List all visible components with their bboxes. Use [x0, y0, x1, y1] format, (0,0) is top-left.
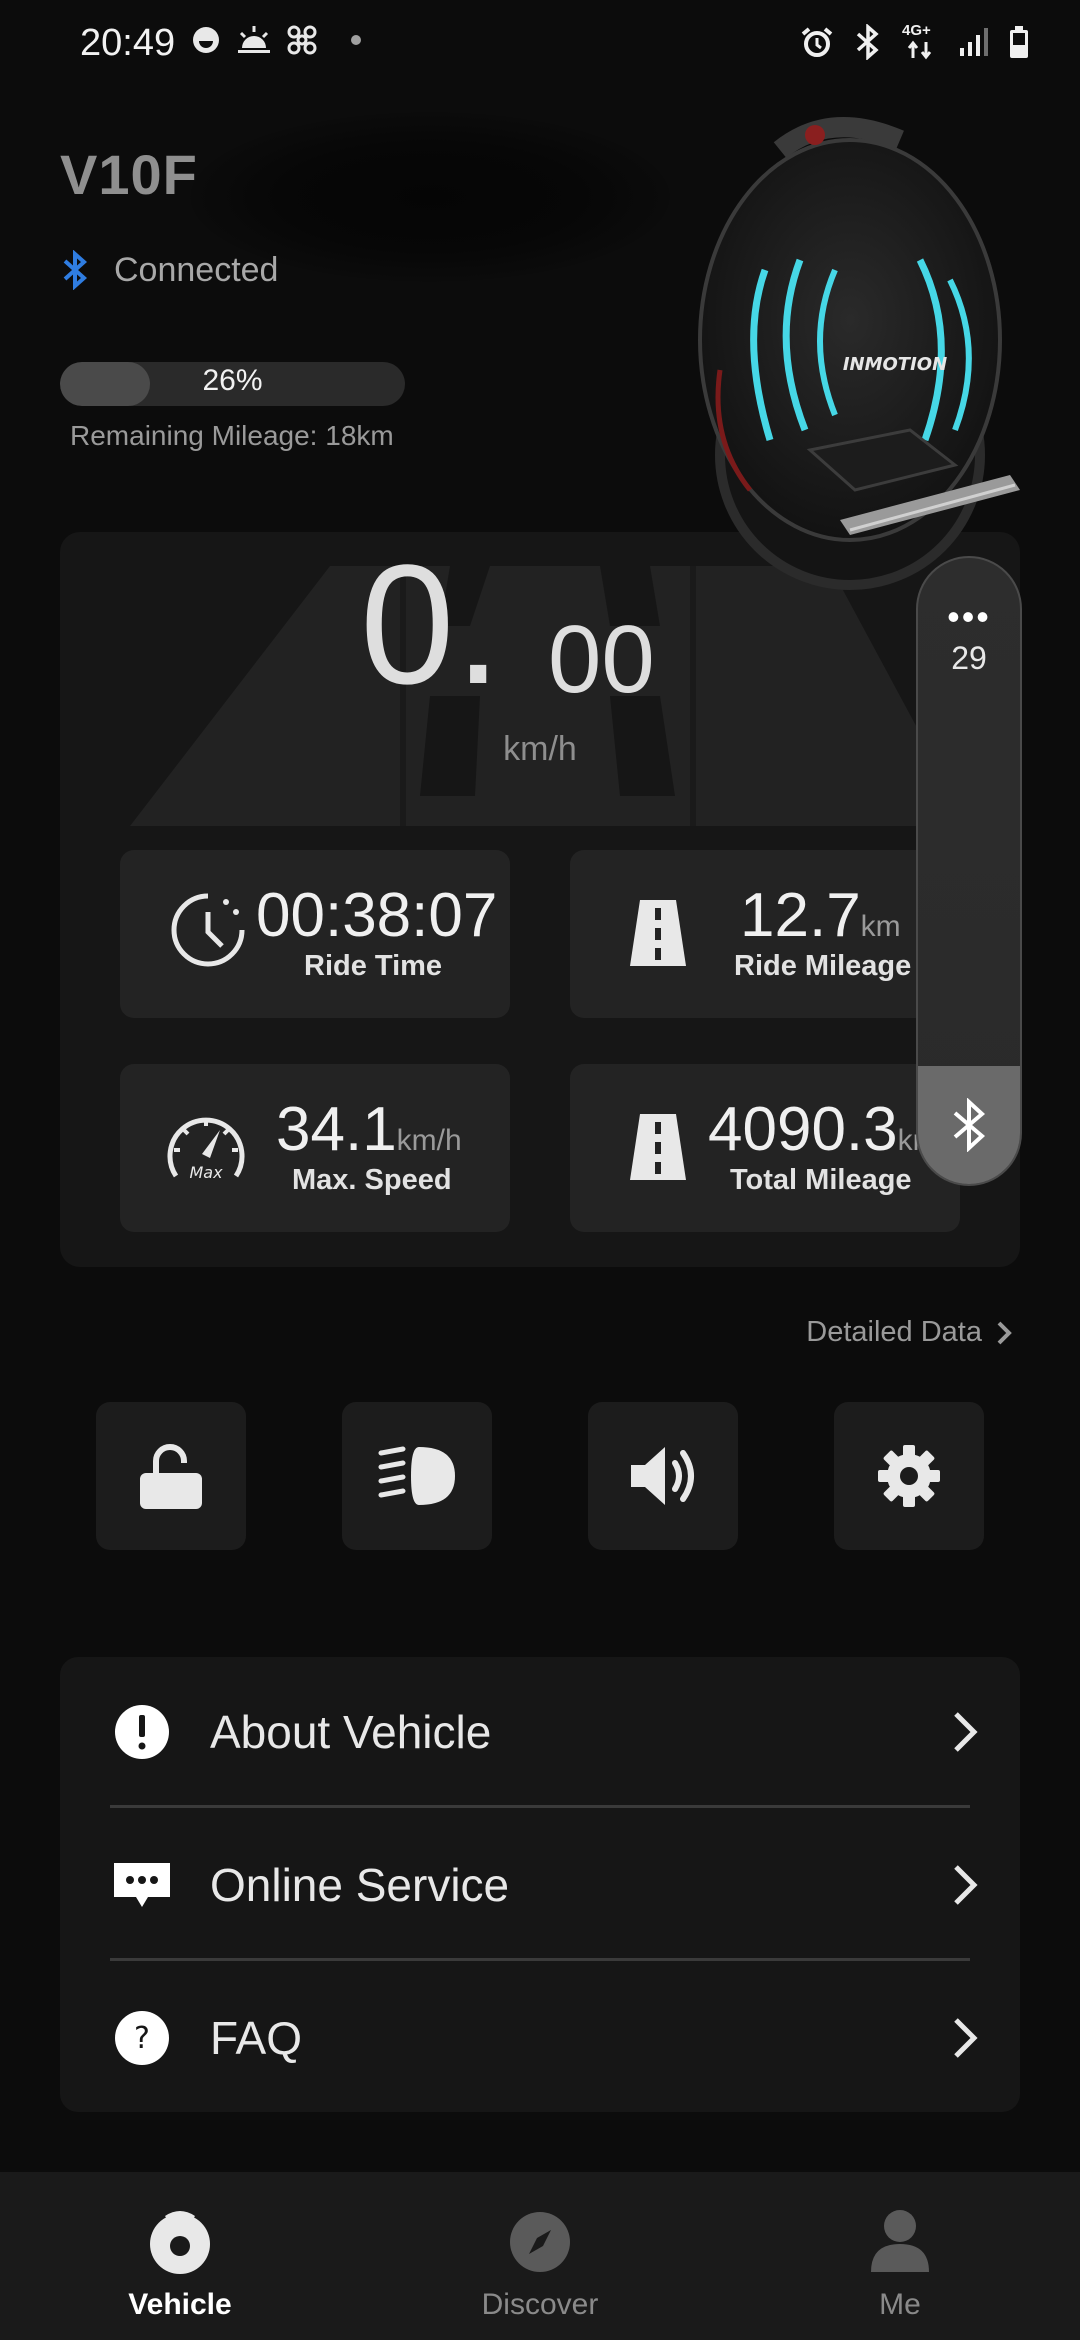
volume-icon [631, 1447, 694, 1505]
face-icon [193, 27, 219, 53]
chevron-right-icon [997, 1321, 1012, 1344]
bluetooth-toggle[interactable] [918, 1066, 1020, 1184]
bluetooth-icon [953, 1098, 986, 1152]
ride-mileage-tile: 12.7km Ride Mileage [570, 850, 960, 1018]
network-type-label: 4G+ [902, 22, 931, 39]
battery-icon [1010, 26, 1028, 58]
menu-divider [110, 1958, 970, 1961]
chat-icon [114, 1863, 170, 1907]
nav-vehicle[interactable]: Vehicle [60, 2172, 300, 2340]
max-speed-label: Max. Speed [292, 1164, 452, 1196]
network-4g-icon: 4G+ [902, 22, 938, 60]
bluetooth-icon [856, 24, 879, 60]
status-right-icons: 4G+ [800, 22, 1030, 60]
ride-time-number: 00:38:07 [256, 881, 498, 950]
brand-logo: INMOTION [843, 354, 947, 375]
road-icon [630, 1114, 686, 1180]
road-icon [630, 900, 686, 966]
lock-open-icon [140, 1444, 202, 1509]
settings-icon [878, 1445, 940, 1507]
ride-time-tile: 00:38:07 Ride Time [120, 850, 510, 1018]
settings-button[interactable] [834, 1402, 984, 1550]
status-time: 20:49 [80, 22, 176, 64]
alarm-icon [801, 27, 833, 57]
detailed-data-label: Detailed Data [806, 1316, 982, 1348]
max-speed-tile: Max 34.1km/h Max. Speed [120, 1064, 510, 1232]
unicycle-image: INMOTION [698, 117, 1020, 590]
nav-label-discover: Discover [481, 2288, 599, 2321]
connection-status-label: Connected [114, 250, 279, 289]
ride-mileage-value: 12.7km [740, 880, 901, 951]
more-icon[interactable]: ••• [918, 596, 1020, 638]
chevron-right-icon [954, 1712, 978, 1752]
ride-mileage-unit: km [860, 910, 901, 943]
headlight-button[interactable] [342, 1402, 492, 1550]
menu-label-about-vehicle: About Vehicle [210, 1706, 492, 1758]
menu-label-faq: FAQ [210, 2012, 303, 2064]
battery-percent: 26% [202, 364, 263, 397]
ride-mileage-label: Ride Mileage [734, 950, 912, 982]
side-panel-count: 29 [951, 640, 987, 676]
total-mileage-tile: 4090.3km Total Mileage [570, 1064, 960, 1232]
fan-icon [287, 25, 317, 55]
bottom-nav: Vehicle Discover Me [0, 2172, 1080, 2340]
compass-icon [510, 2212, 570, 2272]
status-bar: 20:49 4G+ [0, 0, 1080, 90]
nav-me[interactable]: Me [780, 2172, 1020, 2340]
connection-status: Connected [62, 250, 278, 290]
detailed-data-link[interactable]: Detailed Data [806, 1316, 1012, 1349]
menu-item-about-vehicle[interactable]: About Vehicle [60, 1657, 1020, 1807]
total-mileage-value: 4090.3km [708, 1094, 938, 1165]
max-speed-number: 34.1 [276, 1095, 397, 1164]
menu-card: About Vehicle Online Service ? FAQ [60, 1657, 1020, 2112]
help-icon: ? [115, 2011, 169, 2065]
signal-icon [960, 28, 988, 56]
clock-icon [171, 893, 245, 967]
lock-button[interactable] [96, 1402, 246, 1550]
svg-text:?: ? [134, 2021, 150, 2056]
total-mileage-label: Total Mileage [730, 1164, 912, 1196]
dot-icon [351, 35, 361, 45]
menu-item-faq[interactable]: ? FAQ [60, 1963, 1020, 2113]
chevron-right-icon [954, 1865, 978, 1905]
menu-divider [110, 1805, 970, 1808]
speed-unit: km/h [503, 730, 577, 768]
max-speed-value: 34.1km/h [276, 1094, 462, 1165]
nav-label-me: Me [879, 2288, 921, 2321]
max-speed-unit: km/h [396, 1124, 462, 1157]
menu-item-online-service[interactable]: Online Service [60, 1810, 1020, 1960]
speed-integer: 0. [360, 530, 502, 720]
nav-discover[interactable]: Discover [420, 2172, 660, 2340]
speedometer-icon: Max [167, 1117, 245, 1182]
ride-mileage-number: 12.7 [740, 881, 861, 950]
total-mileage-number: 4090.3 [708, 1095, 898, 1164]
bluetooth-icon [63, 250, 88, 290]
speed-card: 00:38:07 Ride Time 12.7km Ride Mileage M… [60, 532, 1020, 1267]
headlight-icon [378, 1446, 455, 1505]
remaining-mileage: Remaining Mileage: 18km [70, 420, 394, 451]
max-label-text: Max [189, 1163, 223, 1182]
status-left-icons [190, 24, 364, 56]
person-icon [871, 2210, 929, 2272]
speed-decimal: 00 [548, 606, 655, 713]
wheel-nav-icon [150, 2211, 210, 2274]
menu-label-online-service: Online Service [210, 1859, 510, 1911]
vehicle-name[interactable]: V10F [60, 142, 198, 207]
nav-label-vehicle: Vehicle [128, 2288, 232, 2321]
ride-time-value: 00:38:07 [256, 880, 497, 951]
sound-button[interactable] [588, 1402, 738, 1550]
ride-time-label: Ride Time [304, 950, 443, 982]
chevron-right-icon [954, 2018, 978, 2058]
info-icon [115, 1705, 169, 1759]
sunrise-icon [238, 26, 270, 53]
side-slider-panel[interactable]: ••• 29 [916, 556, 1022, 1186]
